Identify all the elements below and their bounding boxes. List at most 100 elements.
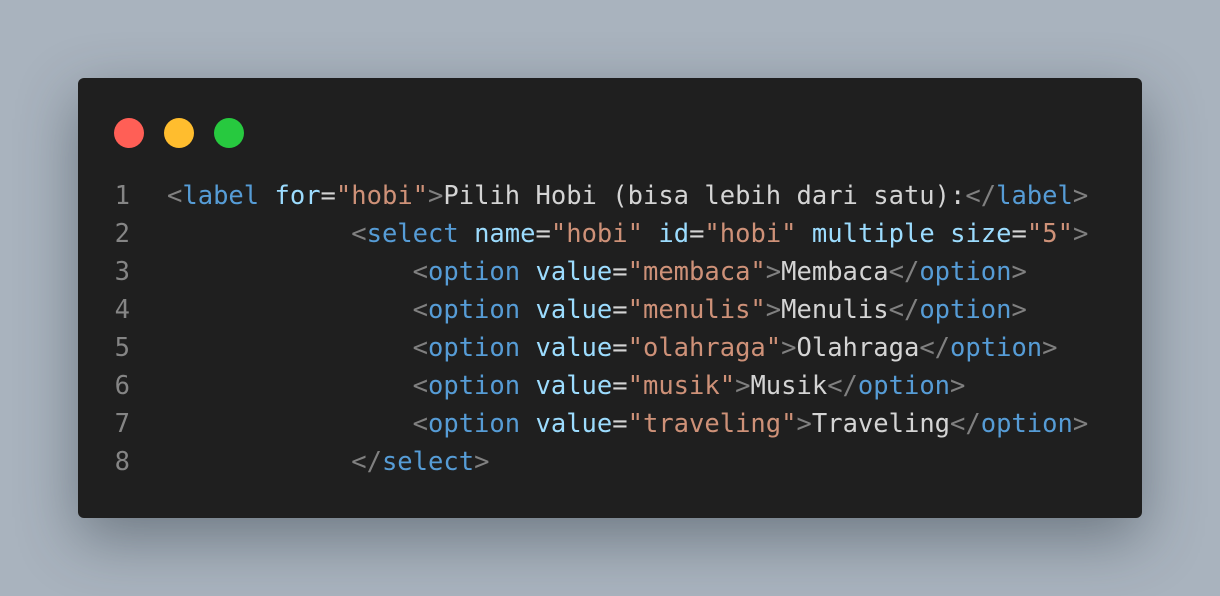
code-token: "olahraga" [627,333,782,363]
code-token: "hobi" [550,219,643,249]
code-token: > [1072,409,1089,439]
code-token: select [366,219,459,249]
line-number: 7 [114,409,130,439]
code-token: value [535,295,613,325]
code-line: 7 <option value="traveling">Traveling</o… [78,405,1142,443]
code-token: "musik" [627,371,736,401]
code-token: Pilih Hobi (bisa lebih dari satu): [443,181,966,211]
code-token: label [182,181,260,211]
code-token: "5" [1026,219,1073,249]
code-token: > [735,371,751,401]
code-token: > [950,371,966,401]
code-token: > [1011,295,1027,325]
maximize-dot-icon[interactable] [214,118,244,148]
code-token: Menulis [781,295,889,325]
code-token: > [1072,219,1089,249]
code-token: > [474,447,490,477]
code-token: "menulis" [627,295,766,325]
code-token: label [996,181,1073,211]
code-line: 1 <label for="hobi">Pilih Hobi (bisa lebi… [78,177,1142,215]
code-token: option [428,333,521,363]
code-text: <option value="traveling">Traveling</opt… [167,405,1089,443]
code-token: = [612,333,628,363]
code-token: = [320,181,336,211]
code-token: option [428,295,521,325]
close-dot-icon[interactable] [114,118,144,148]
line-number: 3 [114,257,130,287]
line-number: 1 [114,181,130,211]
code-token: = [612,257,628,287]
code-token: </ [351,447,382,477]
code-token: multiple [811,219,935,249]
code-line: 4 <option value="menulis">Menulis</optio… [78,291,1142,329]
code-token: name [474,219,536,249]
code-text: <option value="olahraga">Olahraga</optio… [167,329,1058,367]
code-text: <option value="musik">Musik</option> [167,367,966,405]
code-token: </ [919,333,951,363]
line-number: 2 [114,219,130,249]
code-token: option [950,333,1043,363]
code-token: = [612,295,628,325]
code-token: for [274,181,321,211]
code-token: "hobi" [704,219,797,249]
code-window: 1 <label for="hobi">Pilih Hobi (bisa lebi… [78,78,1142,518]
code-line: 5 <option value="olahraga">Olahraga</opt… [78,329,1142,367]
code-token: value [535,257,613,287]
code-text: <select name="hobi" id="hobi" multiple s… [167,215,1088,253]
code-token: size [950,219,1012,249]
code-line: 8 </select> [78,443,1142,481]
code-token: option [919,257,1012,287]
code-text: <option value="menulis">Menulis</option> [167,291,1027,329]
code-token: = [612,371,628,401]
code-token: select [381,447,475,477]
code-block: 1 <label for="hobi">Pilih Hobi (bisa lebi… [78,177,1142,481]
code-token: < [412,409,428,439]
code-token: > [781,333,797,363]
code-token: value [535,371,613,401]
code-token: </ [888,295,920,325]
code-token: > [1072,181,1089,211]
code-token: Musik [750,371,828,401]
code-token: = [689,219,705,249]
code-token: Olahraga [796,333,920,363]
code-token: > [765,257,782,287]
code-token: Membaca [781,257,889,287]
code-text: <label for="hobi">Pilih Hobi (bisa lebih… [167,177,1088,215]
code-token: "membaca" [627,257,766,287]
code-token: value [535,409,613,439]
code-token: </ [827,371,858,401]
code-token: option [857,371,951,401]
code-token: "hobi" [335,181,429,211]
code-token: </ [965,181,997,211]
code-token: > [796,409,812,439]
line-number: 6 [114,371,130,401]
code-token: Traveling [811,409,951,439]
line-number: 4 [114,295,130,325]
code-line: 3 <option value="membaca">Membaca</optio… [78,253,1142,291]
minimize-dot-icon[interactable] [164,118,194,148]
code-token: option [980,409,1073,439]
code-token: option [428,409,521,439]
code-token: > [428,181,444,211]
code-line: 6 <option value="musik">Musik</option> [78,367,1142,405]
code-token: < [412,333,428,363]
code-token: > [1042,333,1058,363]
code-token: > [1011,257,1027,287]
code-token: option [428,257,521,287]
code-token: < [167,181,183,211]
code-token: < [412,257,428,287]
code-token: option [919,295,1012,325]
